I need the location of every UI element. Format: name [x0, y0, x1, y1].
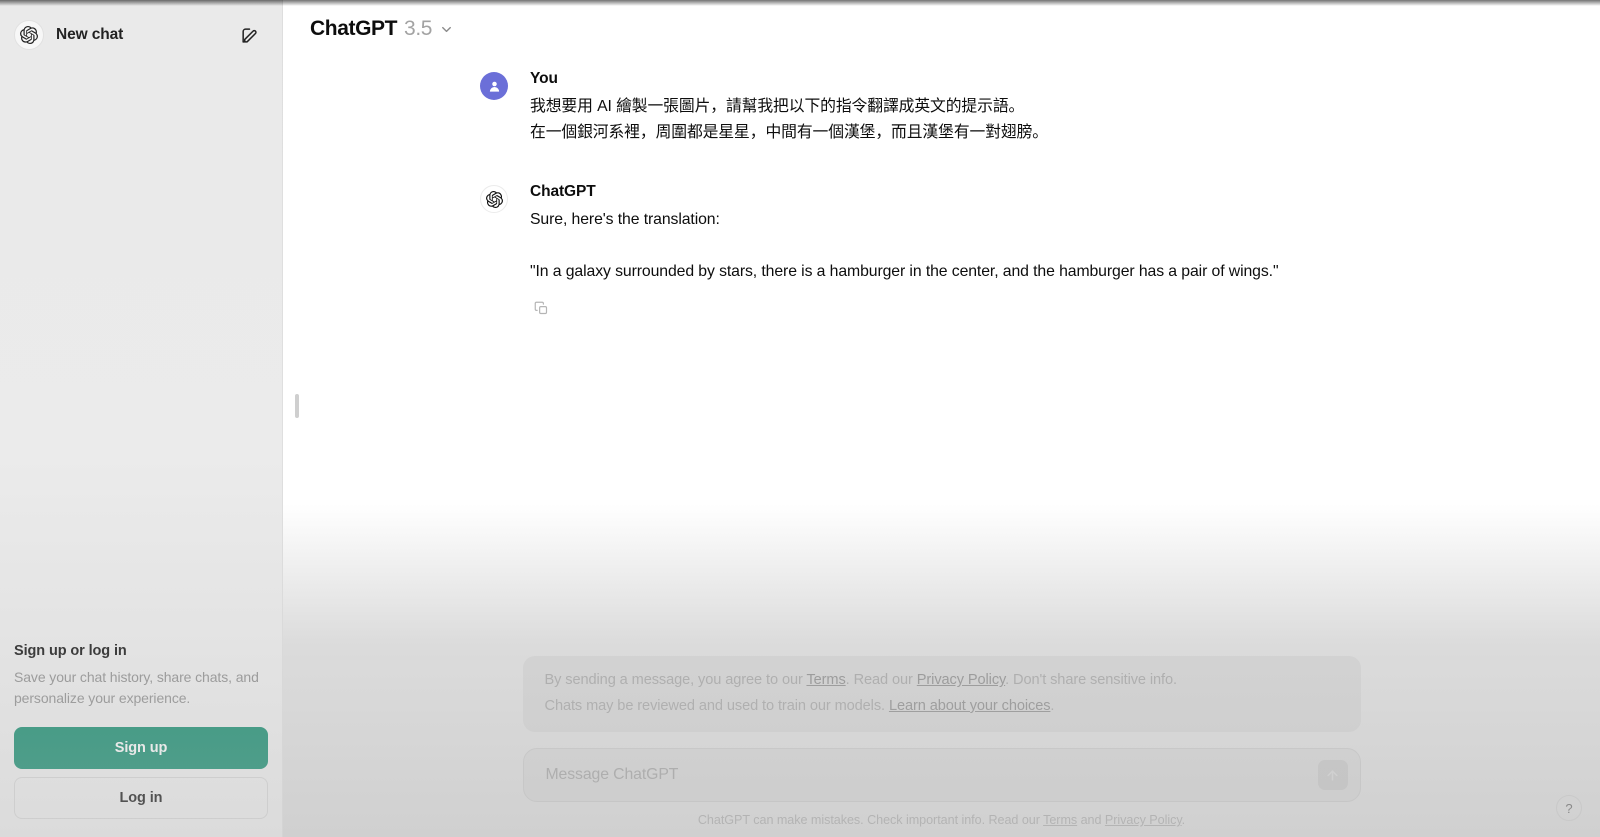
thread-scrollbar[interactable]	[295, 394, 299, 418]
message-assistant-body: ChatGPT Sure, here's the translation: "I…	[530, 183, 1279, 319]
help-button[interactable]: ?	[1556, 795, 1582, 821]
openai-logo-icon	[480, 185, 508, 214]
policy-notice-line-1: By sending a message, you agree to our T…	[545, 668, 1339, 694]
message-user: You 我想要用 AI 繪製一張圖片，請幫我把以下的指令翻譯成英文的提示語。 在…	[283, 70, 1600, 145]
model-version: 3.5	[404, 17, 433, 40]
conversation-thread: You 我想要用 AI 繪製一張圖片，請幫我把以下的指令翻譯成英文的提示語。 在…	[283, 58, 1600, 656]
notice-text: .	[1050, 698, 1055, 714]
auth-title: Sign up or log in	[14, 642, 127, 659]
terms-link[interactable]: Terms	[806, 672, 845, 688]
message-assistant: ChatGPT Sure, here's the translation: "I…	[283, 183, 1600, 319]
message-text-paragraph: "In a galaxy surrounded by stars, there …	[530, 263, 1279, 281]
notice-text: . Don't share sensitive info.	[1005, 672, 1177, 689]
compose-icon[interactable]	[234, 20, 264, 50]
message-author: ChatGPT	[530, 183, 596, 201]
new-chat-button[interactable]: New chat	[14, 20, 224, 50]
privacy-policy-link[interactable]: Privacy Policy	[917, 672, 1005, 688]
chevron-down-icon	[439, 22, 454, 37]
auth-subtitle: Save your chat history, share chats, and…	[14, 668, 259, 707]
footer-text: and	[1077, 813, 1105, 827]
model-name: ChatGPT	[310, 17, 398, 40]
message-actions	[530, 297, 1278, 319]
log-in-button[interactable]: Log in	[14, 777, 268, 819]
send-button[interactable]	[1317, 760, 1348, 790]
new-chat-label: New chat	[56, 26, 124, 43]
message-input[interactable]	[545, 766, 1318, 784]
sidebar: New chat Sign up or log in Save your cha…	[0, 0, 283, 837]
footer-terms-link[interactable]: Terms	[1043, 813, 1077, 827]
learn-about-choices-link[interactable]: Learn about your choices	[889, 698, 1051, 714]
disclaimer-footer: ChatGPT can make mistakes. Check importa…	[698, 813, 1185, 827]
footer-text: ChatGPT can make mistakes. Check importa…	[697, 813, 1044, 827]
message-author: You	[530, 70, 558, 87]
policy-notice-line-2: Chats may be reviewed and used to train …	[545, 694, 1339, 720]
copy-icon[interactable]	[530, 297, 552, 319]
message-text-line: Sure, here's the translation:	[530, 211, 720, 229]
main-panel: ChatGPT 3.5 You 我想要用 AI 繪製一張圖片，請幫我把以下的指令…	[283, 0, 1600, 837]
sidebar-header: New chat	[0, 0, 282, 70]
sign-up-button[interactable]: Sign up	[14, 727, 268, 769]
message-text-line: 我想要用 AI 繪製一張圖片，請幫我把以下的指令翻譯成英文的提示語。	[530, 98, 1025, 115]
chat-history-list	[0, 70, 282, 643]
footer-privacy-link[interactable]: Privacy Policy	[1105, 813, 1182, 827]
user-avatar-icon	[480, 72, 508, 100]
notice-text: . Read our	[845, 672, 917, 689]
main-header: ChatGPT 3.5	[283, 0, 1600, 58]
chatgpt-app-window: New chat Sign up or log in Save your cha…	[0, 0, 1600, 837]
message-user-body: You 我想要用 AI 繪製一張圖片，請幫我把以下的指令翻譯成英文的提示語。 在…	[530, 70, 1048, 145]
notice-text: By sending a message, you agree to our	[544, 672, 807, 689]
message-text-line: 在一個銀河系裡，周圍都是星星，中間有一個漢堡，而且漢堡有一對翅膀。	[530, 123, 1048, 141]
model-selector[interactable]: ChatGPT 3.5	[304, 13, 460, 45]
footer-text: .	[1181, 813, 1186, 827]
policy-notice: By sending a message, you agree to our T…	[522, 656, 1361, 732]
openai-logo-icon	[14, 20, 44, 50]
auth-panel: Sign up or log in Save your chat history…	[0, 643, 282, 837]
composer-zone: By sending a message, you agree to our T…	[283, 656, 1600, 837]
message-composer[interactable]	[522, 748, 1361, 802]
notice-text: Chats may be reviewed and used to train …	[544, 698, 889, 714]
